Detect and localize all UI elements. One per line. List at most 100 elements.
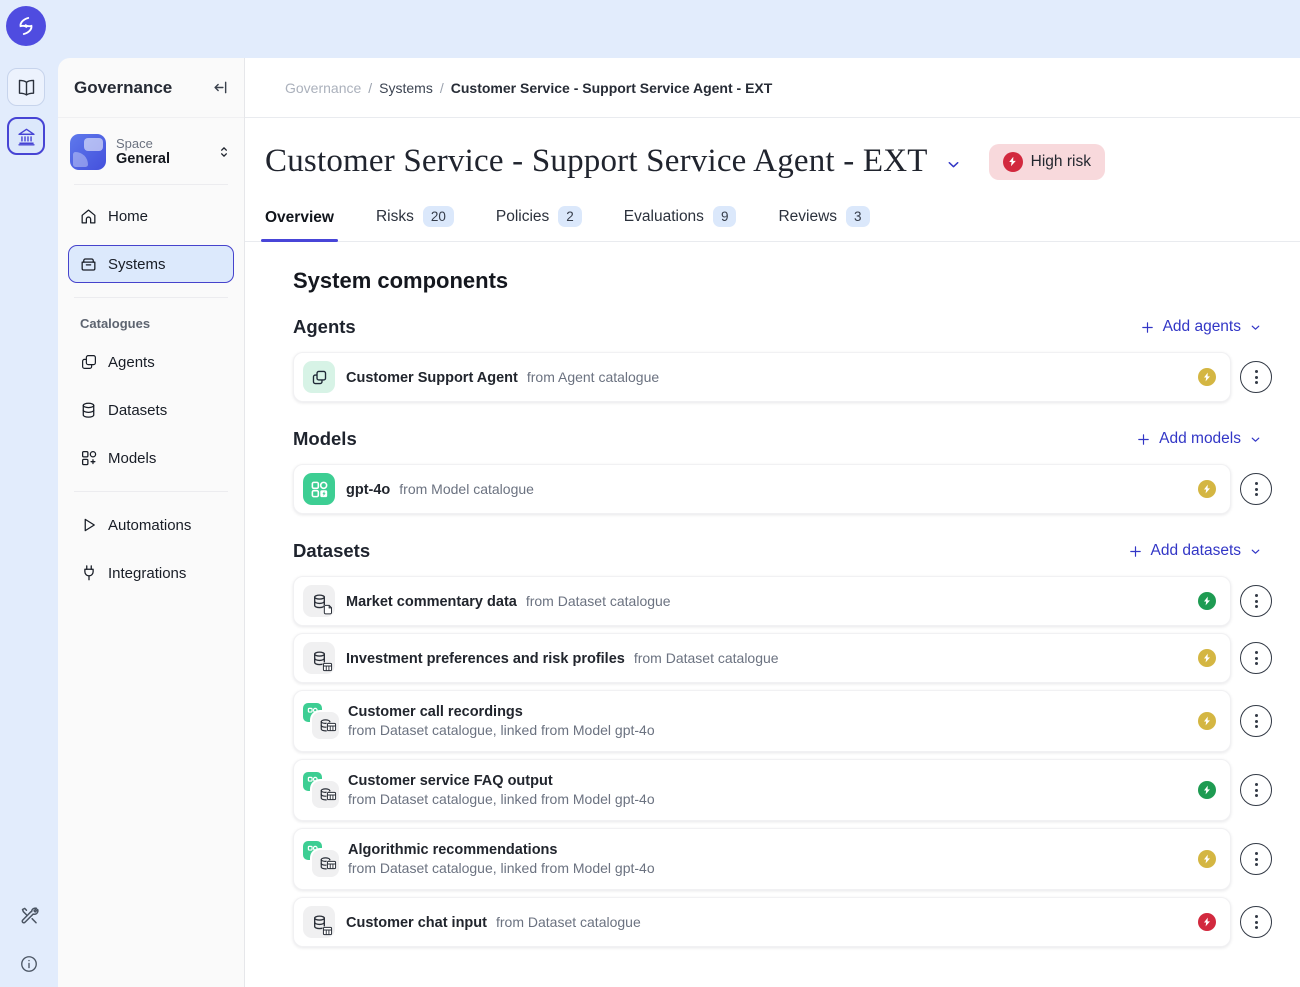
dataset-mini-icon — [312, 712, 339, 739]
section-title-models: Models — [293, 428, 357, 450]
sidebar-item-automations[interactable]: Automations — [68, 506, 234, 544]
sidebar-divider — [74, 297, 228, 298]
tools-icon — [19, 906, 40, 927]
breadcrumb-item[interactable]: Governance — [285, 80, 361, 96]
linked-dataset-icon — [303, 703, 339, 739]
component-name: gpt-4o — [346, 482, 390, 498]
tab-risks[interactable]: Risks 20 — [376, 206, 454, 241]
chevron-down-icon — [1249, 545, 1262, 558]
component-row[interactable]: Investment preferences and risk profiles… — [293, 633, 1231, 683]
sidebar-item-home[interactable]: Home — [68, 197, 234, 235]
sidebar-item-label: Datasets — [108, 402, 167, 419]
tab-bar: Overview Risks 20 Policies 2 Evaluations… — [245, 200, 1300, 242]
component-source: from Dataset catalogue, linked from Mode… — [348, 722, 655, 738]
component-source: from Model catalogue — [399, 481, 534, 497]
tab-label: Risks — [376, 208, 414, 226]
governance-button[interactable] — [7, 117, 45, 155]
section-title-agents: Agents — [293, 316, 356, 338]
library-button[interactable] — [7, 68, 45, 106]
linked-dataset-icon — [303, 841, 339, 877]
automations-icon — [79, 516, 98, 534]
tab-overview[interactable]: Overview — [265, 209, 334, 241]
status-green-icon — [1198, 592, 1216, 610]
space-selector[interactable]: Space General — [70, 134, 232, 170]
tab-label: Policies — [496, 208, 549, 226]
section-title-datasets: Datasets — [293, 540, 370, 562]
sidebar-item-systems[interactable]: Systems — [68, 245, 234, 283]
component-row[interactable]: Market commentary datafrom Dataset catal… — [293, 576, 1231, 626]
bank-icon — [16, 126, 37, 147]
collapse-sidebar-button[interactable] — [211, 78, 230, 97]
model-icon — [303, 473, 335, 505]
row-menu-button[interactable] — [1240, 705, 1272, 737]
component-name: Customer chat input — [346, 915, 487, 931]
status-yellow-icon — [1198, 850, 1216, 868]
sidebar-item-models[interactable]: Models — [68, 439, 234, 477]
component-row[interactable]: Customer service FAQ outputfrom Dataset … — [293, 759, 1231, 821]
risk-badge-label: High risk — [1031, 153, 1091, 171]
tab-count-badge: 20 — [423, 206, 454, 227]
tab-reviews[interactable]: Reviews 3 — [778, 206, 869, 241]
sidebar-item-label: Integrations — [108, 565, 186, 582]
add-datasets-label: Add datasets — [1151, 542, 1241, 560]
component-row[interactable]: Customer Support Agentfrom Agent catalog… — [293, 352, 1231, 402]
sidebar-item-label: Systems — [108, 256, 166, 273]
content-heading: System components — [293, 268, 1300, 294]
tab-evaluations[interactable]: Evaluations 9 — [624, 206, 737, 241]
dataset-mini-icon — [312, 850, 339, 877]
icon-rail — [0, 0, 58, 987]
plus-icon — [1128, 544, 1143, 559]
sidebar-item-label: Models — [108, 450, 156, 467]
row-menu-button[interactable] — [1240, 361, 1272, 393]
tab-policies[interactable]: Policies 2 — [496, 206, 582, 241]
space-label: Space — [116, 136, 206, 152]
linked-dataset-icon — [303, 772, 339, 808]
title-dropdown-button[interactable] — [945, 156, 962, 173]
breadcrumb-item[interactable]: Systems — [379, 80, 433, 96]
component-row[interactable]: Customer call recordingsfrom Dataset cat… — [293, 690, 1231, 752]
agent-icon — [303, 361, 335, 393]
tab-count-badge: 2 — [558, 206, 582, 227]
row-menu-button[interactable] — [1240, 774, 1272, 806]
component-row[interactable]: gpt-4o from Model catalogue — [293, 464, 1231, 514]
settings-tools-button[interactable] — [0, 906, 58, 927]
component-row[interactable]: Customer chat input from Dataset catalogu… — [293, 897, 1231, 947]
add-models-button[interactable]: Add models — [1136, 430, 1262, 448]
chevron-down-icon — [1249, 433, 1262, 446]
chevron-down-icon — [945, 156, 962, 173]
catalogues-label: Catalogues — [68, 312, 234, 343]
sections: Agents Add agents Customer Support Agent… — [293, 316, 1300, 947]
component-name: Market commentary data — [346, 594, 517, 610]
chevron-down-icon — [1249, 321, 1262, 334]
row-menu-button[interactable] — [1240, 473, 1272, 505]
row-menu-button[interactable] — [1240, 843, 1272, 875]
status-yellow-icon — [1198, 480, 1216, 498]
tab-label: Overview — [265, 209, 334, 227]
row-menu-button[interactable] — [1240, 585, 1272, 617]
space-value: General — [116, 151, 206, 168]
sidebar-item-datasets[interactable]: Datasets — [68, 391, 234, 429]
dataset-document-icon — [303, 585, 335, 617]
help-info-button[interactable] — [0, 954, 58, 974]
sidebar-item-label: Automations — [108, 517, 191, 534]
component-source: from Dataset catalogue, linked from Mode… — [348, 860, 655, 876]
component-row[interactable]: Algorithmic recommendationsfrom Dataset … — [293, 828, 1231, 890]
dataset-table-icon — [303, 642, 335, 674]
sidebar-item-integrations[interactable]: Integrations — [68, 554, 234, 592]
dataset-table-icon — [303, 906, 335, 938]
dataset-mini-icon — [312, 781, 339, 808]
tab-label: Reviews — [778, 208, 837, 226]
sidebar-divider — [74, 491, 228, 492]
row-menu-button[interactable] — [1240, 906, 1272, 938]
app-logo[interactable] — [6, 6, 46, 46]
row-menu-button[interactable] — [1240, 642, 1272, 674]
add-models-label: Add models — [1159, 430, 1241, 448]
add-datasets-button[interactable]: Add datasets — [1128, 542, 1262, 560]
plus-icon — [1136, 432, 1151, 447]
risk-badge: High risk — [989, 144, 1105, 180]
add-agents-button[interactable]: Add agents — [1140, 318, 1262, 336]
logo-squiggle-icon — [14, 14, 38, 38]
component-source: from Dataset catalogue — [496, 914, 641, 930]
component-source: from Agent catalogue — [527, 369, 659, 385]
sidebar-item-agents[interactable]: Agents — [68, 343, 234, 381]
